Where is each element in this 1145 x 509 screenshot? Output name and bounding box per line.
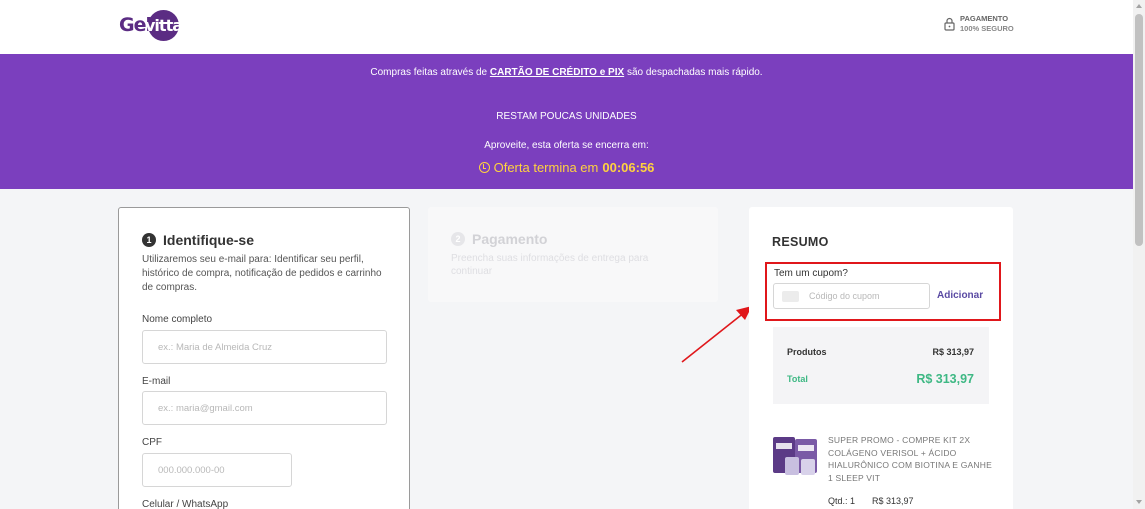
add-coupon-button[interactable]: Adicionar: [937, 290, 983, 301]
summary-title: RESUMO: [772, 235, 829, 249]
payment-notice: Compras feitas através de CARTÃO DE CRÉD…: [0, 67, 1133, 78]
products-row: Produtos R$ 313,97: [787, 347, 974, 357]
payment-notice-highlight: CARTÃO DE CRÉDITO e PIX: [489, 67, 625, 78]
total-label: Total: [787, 374, 808, 384]
coupon-input[interactable]: Código do cupom: [773, 283, 930, 309]
scroll-down-arrow-icon[interactable]: [1136, 500, 1142, 504]
payment-description: Preencha suas informações de entrega par…: [451, 253, 649, 277]
email-label: E-mail: [142, 376, 171, 387]
order-summary-card: RESUMO Tem um cupom? Código do cupom Adi…: [749, 207, 1013, 509]
coupon-label: Tem um cupom?: [774, 268, 848, 279]
lock-icon: [944, 17, 955, 31]
email-input[interactable]: ex.: maria@gmail.com: [142, 391, 387, 425]
timer-value: 00:06:56: [602, 160, 655, 175]
payment-notice-suffix: são despachadas mais rápido.: [624, 67, 763, 78]
secure-line-1: PAGAMENTO: [960, 14, 1009, 23]
total-row: Total R$ 313,97: [787, 372, 974, 386]
identify-description: Utilizaremos seu e-mail para: Identifica…: [142, 254, 382, 293]
page-scrollbar[interactable]: [1133, 0, 1145, 509]
step-title: Identifique-se: [163, 232, 255, 248]
scroll-thumb[interactable]: [1135, 14, 1143, 246]
step-number: 2: [451, 232, 465, 246]
cpf-label: CPF: [142, 437, 162, 448]
timer-label: Oferta termina em: [493, 160, 599, 175]
gelvitta-logo[interactable]: Gel vitta: [119, 9, 183, 41]
product-image: [771, 433, 819, 479]
stock-warning: RESTAM POUCAS UNIDADES: [496, 111, 637, 122]
name-label: Nome completo: [142, 314, 213, 325]
coupon-highlight-box: Tem um cupom? Código do cupom Adicionar: [765, 262, 1001, 321]
name-input[interactable]: ex.: Maria de Almeida Cruz: [142, 330, 387, 364]
totals-panel: Produtos R$ 313,97 Total R$ 313,97: [773, 327, 989, 404]
payment-step-card: 2 Pagamento Preencha suas informações de…: [428, 207, 718, 302]
products-label: Produtos: [787, 347, 827, 357]
offer-ending-text: Aproveite, esta oferta se encerra em:: [484, 140, 649, 151]
logo-text-right: vitta: [145, 9, 183, 41]
payment-notice-prefix: Compras feitas através de: [370, 67, 490, 78]
product-price: R$ 313,97: [872, 496, 914, 506]
phone-label: Celular / WhatsApp: [142, 499, 229, 509]
tag-icon: [782, 290, 799, 302]
coupon-placeholder: Código do cupom: [809, 291, 880, 301]
countdown-timer: Oferta termina em 00:06:56: [0, 160, 1133, 175]
top-header: Gel vitta PAGAMENTO 100% SEGURO: [0, 0, 1133, 54]
product-name: SUPER PROMO - COMPRE KIT 2X COLÁGENO VER…: [828, 435, 992, 483]
secure-line-2: 100% SEGURO: [960, 24, 1014, 33]
identify-step-card: 1 Identifique-se Utilizaremos seu e-mail…: [118, 207, 410, 509]
identify-step-header: 1 Identifique-se: [142, 232, 254, 248]
annotation-arrow: [681, 306, 752, 363]
clock-icon: [478, 162, 490, 173]
step-number: 1: [142, 233, 156, 247]
secure-payment-badge: PAGAMENTO 100% SEGURO: [944, 14, 1014, 34]
total-value: R$ 313,97: [916, 372, 974, 386]
promo-banner: Compras feitas através de CARTÃO DE CRÉD…: [0, 54, 1133, 189]
products-value: R$ 313,97: [932, 347, 974, 357]
payment-step-header: 2 Pagamento: [451, 231, 547, 247]
cpf-input[interactable]: 000.000.000-00: [142, 453, 292, 487]
scroll-up-arrow-icon[interactable]: [1136, 4, 1142, 8]
product-quantity: Qtd.: 1: [828, 496, 856, 506]
step-title: Pagamento: [472, 231, 548, 247]
